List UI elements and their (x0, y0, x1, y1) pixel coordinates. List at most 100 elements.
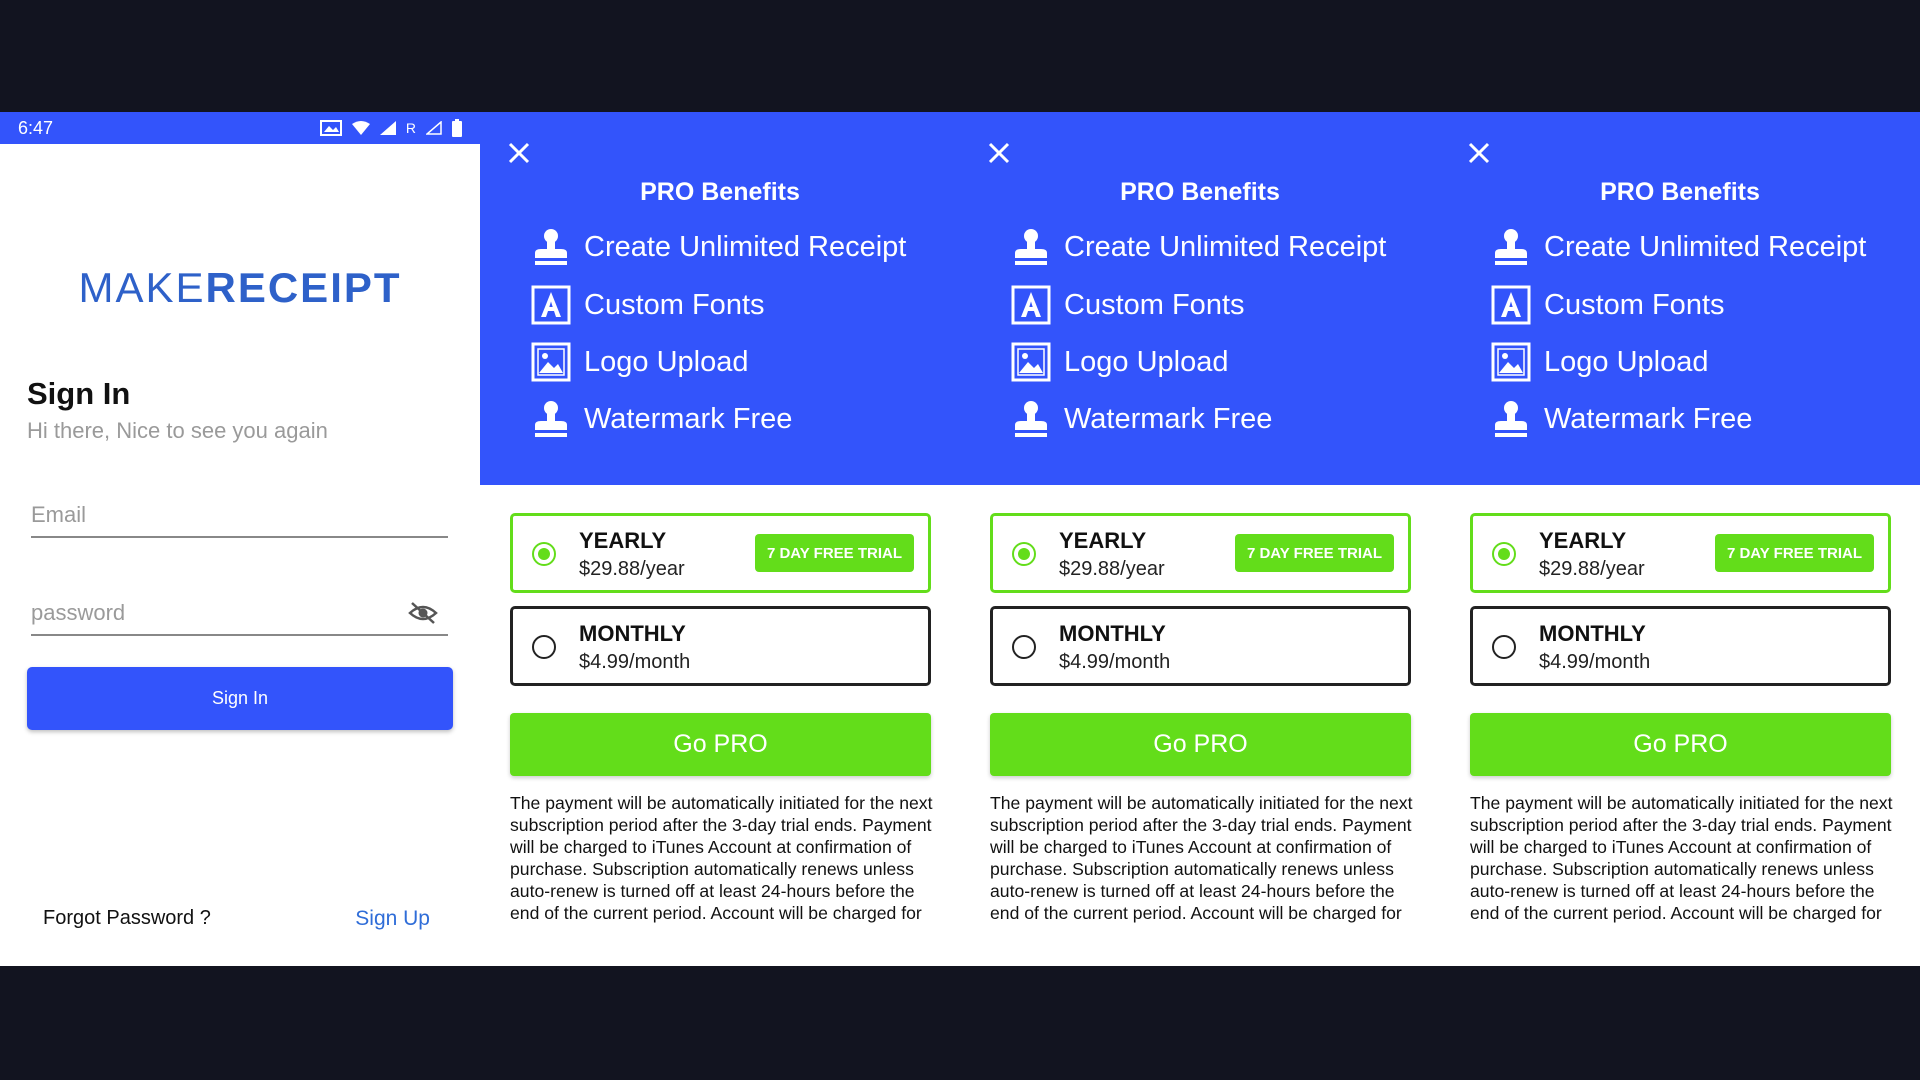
signin-screen: 6:47 R MAKERECEIPT Sign In Hi there, Nic… (0, 112, 480, 966)
benefit-label: Watermark Free (584, 402, 793, 435)
stamp-icon (1495, 229, 1527, 265)
password-field-wrap (31, 592, 448, 636)
battery-icon (452, 119, 462, 137)
signal-empty-icon (426, 121, 442, 135)
benefit-label: Create Unlimited Receipt (1064, 230, 1387, 263)
plan-price: $4.99/month (1539, 651, 1651, 673)
free-trial-badge: 7 DAY FREE TRIAL (754, 534, 914, 572)
subscription-terms-text: The payment will be automatically initia… (1470, 793, 1893, 928)
plan-option-monthly[interactable]: MONTHLY $4.99/month (510, 606, 931, 686)
image-icon (531, 342, 571, 382)
logo-part-receipt: RECEIPT (205, 264, 402, 311)
close-icon[interactable] (1466, 140, 1492, 166)
stamp-icon (1015, 401, 1047, 437)
plan-price: $4.99/month (579, 651, 691, 673)
close-icon[interactable] (986, 140, 1012, 166)
email-input[interactable] (31, 494, 448, 536)
plan-name: MONTHLY (579, 621, 686, 646)
stamp-icon (1015, 229, 1047, 265)
benefit-label: Logo Upload (1064, 345, 1229, 378)
benefit-item: Logo Upload (1010, 339, 1228, 385)
status-icons: R (319, 119, 462, 137)
benefit-item: Watermark Free (530, 396, 792, 442)
go-pro-button[interactable]: Go PRO (510, 713, 931, 776)
benefit-item: Custom Fonts (530, 282, 765, 328)
benefit-label: Custom Fonts (1544, 288, 1725, 321)
plan-price: $29.88/year (579, 558, 685, 580)
benefit-label: Logo Upload (1544, 345, 1709, 378)
pro-benefits-title: PRO Benefits (1600, 178, 1760, 206)
app-logo: MAKERECEIPT (0, 264, 480, 312)
benefit-label: Logo Upload (584, 345, 749, 378)
forgot-password-link[interactable]: Forgot Password ? (43, 907, 211, 930)
wifi-icon (351, 121, 370, 135)
font-icon (1011, 285, 1051, 325)
signup-link[interactable]: Sign Up (355, 907, 430, 931)
plan-option-yearly[interactable]: YEARLY $29.88/year 7 DAY FREE TRIAL (990, 513, 1411, 593)
go-pro-button[interactable]: Go PRO (1470, 713, 1891, 776)
benefit-item: Create Unlimited Receipt (1490, 224, 1866, 270)
screenshot-stage: 6:47 R MAKERECEIPT Sign In Hi there, Nic… (0, 112, 1920, 966)
subscription-terms-text: The payment will be automatically initia… (990, 793, 1413, 928)
close-icon[interactable] (506, 140, 532, 166)
radio-unselected[interactable] (1492, 635, 1516, 659)
plan-option-yearly[interactable]: YEARLY $29.88/year 7 DAY FREE TRIAL (510, 513, 931, 593)
plan-price: $4.99/month (1059, 651, 1171, 673)
radio-unselected[interactable] (532, 635, 556, 659)
plan-name: YEARLY (1059, 528, 1147, 553)
logo-part-make: MAKE (78, 264, 206, 311)
benefit-label: Custom Fonts (1064, 288, 1245, 321)
free-trial-badge: 7 DAY FREE TRIAL (1234, 534, 1394, 572)
image-icon (1011, 342, 1051, 382)
gallery-notification-icon (319, 120, 342, 136)
stamp-icon (535, 229, 567, 265)
stamp-icon (1495, 401, 1527, 437)
eye-off-icon[interactable] (408, 601, 438, 625)
free-trial-badge: 7 DAY FREE TRIAL (1714, 534, 1874, 572)
radio-selected[interactable] (532, 542, 556, 566)
pro-panel: PRO Benefits Create Unlimited Receipt Cu… (1440, 112, 1920, 966)
benefit-item: Custom Fonts (1490, 282, 1725, 328)
password-input[interactable] (31, 592, 448, 634)
benefit-item: Watermark Free (1490, 396, 1752, 442)
signal-icon (379, 121, 396, 135)
benefit-item: Create Unlimited Receipt (1010, 224, 1386, 270)
pro-panel: PRO Benefits Create Unlimited Receipt Cu… (480, 112, 960, 966)
pro-benefits-title: PRO Benefits (640, 178, 800, 206)
radio-selected[interactable] (1492, 542, 1516, 566)
benefit-item: Logo Upload (1490, 339, 1708, 385)
font-icon (531, 285, 571, 325)
benefit-item: Custom Fonts (1010, 282, 1245, 328)
benefit-label: Custom Fonts (584, 288, 765, 321)
roaming-indicator: R (405, 120, 416, 136)
plan-price: $29.88/year (1059, 558, 1165, 580)
subscription-terms-text: The payment will be automatically initia… (510, 793, 933, 928)
pro-panel: PRO Benefits Create Unlimited Receipt Cu… (960, 112, 1440, 966)
pro-header: PRO Benefits Create Unlimited Receipt Cu… (480, 112, 960, 485)
status-bar: 6:47 R (0, 112, 480, 144)
pro-benefits-title: PRO Benefits (1120, 178, 1280, 206)
go-pro-button[interactable]: Go PRO (990, 713, 1411, 776)
pro-header: PRO Benefits Create Unlimited Receipt Cu… (1440, 112, 1920, 485)
stamp-icon (535, 401, 567, 437)
benefit-label: Watermark Free (1544, 402, 1753, 435)
plan-name: MONTHLY (1059, 621, 1166, 646)
plan-option-monthly[interactable]: MONTHLY $4.99/month (1470, 606, 1891, 686)
radio-selected[interactable] (1012, 542, 1036, 566)
signin-button[interactable]: Sign In (27, 667, 453, 730)
pro-header: PRO Benefits Create Unlimited Receipt Cu… (960, 112, 1440, 485)
plan-option-monthly[interactable]: MONTHLY $4.99/month (990, 606, 1411, 686)
plan-name: YEARLY (1539, 528, 1627, 553)
image-icon (1491, 342, 1531, 382)
plan-name: MONTHLY (1539, 621, 1646, 646)
benefit-item: Create Unlimited Receipt (530, 224, 906, 270)
plan-price: $29.88/year (1539, 558, 1645, 580)
status-time: 6:47 (18, 117, 54, 138)
benefit-label: Create Unlimited Receipt (584, 230, 907, 263)
plan-option-yearly[interactable]: YEARLY $29.88/year 7 DAY FREE TRIAL (1470, 513, 1891, 593)
benefit-label: Create Unlimited Receipt (1544, 230, 1867, 263)
email-field-wrap (31, 494, 448, 538)
page-title: Sign In (27, 376, 131, 411)
radio-unselected[interactable] (1012, 635, 1036, 659)
benefit-label: Watermark Free (1064, 402, 1273, 435)
